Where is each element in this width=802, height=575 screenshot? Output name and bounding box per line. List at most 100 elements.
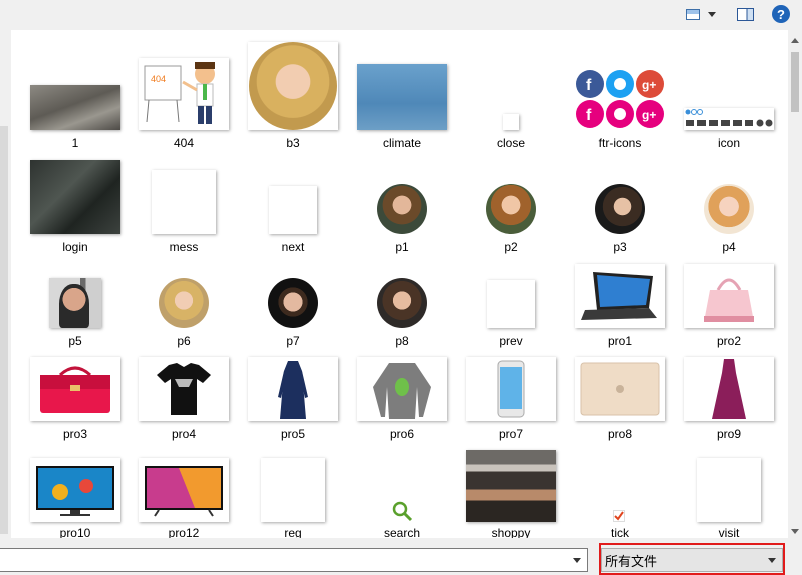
chevron-down-icon bbox=[768, 558, 776, 563]
file-thumbnail bbox=[697, 458, 761, 522]
file-thumbnail bbox=[684, 264, 774, 328]
change-view-button[interactable] bbox=[682, 4, 720, 24]
svg-text:f: f bbox=[586, 77, 592, 94]
file-item-icon[interactable]: icon bbox=[677, 40, 781, 150]
file-item-login[interactable]: login bbox=[23, 144, 127, 254]
file-thumbnail bbox=[248, 357, 338, 421]
file-thumbnail bbox=[575, 357, 665, 421]
search-icon bbox=[392, 501, 413, 522]
file-thumbnail bbox=[466, 357, 556, 421]
file-item-pro3[interactable]: pro3 bbox=[23, 331, 127, 441]
preview-pane-button[interactable] bbox=[735, 4, 755, 24]
view-options-icon bbox=[686, 8, 700, 20]
file-item-next[interactable]: next bbox=[241, 144, 345, 254]
file-item-1[interactable]: 1 bbox=[23, 40, 127, 150]
svg-text:f: f bbox=[586, 107, 592, 124]
dialog-footer: 所有文件 bbox=[0, 538, 802, 575]
dress-product bbox=[712, 359, 746, 419]
file-item-p3[interactable]: p3 bbox=[568, 144, 672, 254]
file-item-ftr-icons[interactable]: f g+ f g+ ftr-icons bbox=[568, 40, 672, 150]
help-button[interactable]: ? bbox=[772, 5, 790, 23]
file-type-dropdown[interactable]: 所有文件 bbox=[601, 548, 783, 572]
portrait-photo bbox=[704, 184, 754, 234]
file-thumbnail bbox=[485, 184, 537, 234]
file-item-p7[interactable]: p7 bbox=[241, 238, 345, 348]
file-item-pro8[interactable]: pro8 bbox=[568, 331, 672, 441]
file-thumbnail bbox=[261, 458, 325, 522]
file-name-combobox[interactable] bbox=[0, 548, 588, 572]
file-thumbnail bbox=[466, 450, 556, 522]
file-item-prev[interactable]: prev bbox=[459, 238, 563, 348]
file-item-p5[interactable]: p5 bbox=[23, 238, 127, 348]
scroll-down-icon[interactable] bbox=[791, 529, 799, 534]
file-item-pro9[interactable]: pro9 bbox=[677, 331, 781, 441]
file-thumbnail bbox=[139, 357, 229, 421]
portrait-photo bbox=[486, 184, 536, 234]
file-item-p8[interactable]: p8 bbox=[350, 238, 454, 348]
file-thumbnail bbox=[376, 184, 428, 234]
file-item-404[interactable]: 404 404 bbox=[132, 40, 236, 150]
portrait-photo bbox=[249, 42, 337, 130]
file-thumbnail bbox=[357, 64, 447, 130]
vertical-scrollbar[interactable] bbox=[788, 30, 802, 538]
tv-product bbox=[145, 466, 223, 517]
file-item-pro1[interactable]: pro1 bbox=[568, 238, 672, 348]
file-thumbnail bbox=[376, 278, 428, 328]
scrollbar-thumb[interactable] bbox=[791, 52, 799, 112]
file-item-b3[interactable]: b3 bbox=[241, 40, 345, 150]
file-item-pro2[interactable]: pro2 bbox=[677, 238, 781, 348]
command-bar: ? bbox=[0, 0, 802, 30]
file-item-pro7[interactable]: pro7 bbox=[459, 331, 563, 441]
file-thumbnail bbox=[503, 114, 519, 130]
file-item-p2[interactable]: p2 bbox=[459, 144, 563, 254]
scroll-up-icon[interactable] bbox=[791, 38, 799, 43]
icon-sprite bbox=[685, 109, 773, 127]
file-item-pro4[interactable]: pro4 bbox=[132, 331, 236, 441]
file-thumbnail bbox=[30, 458, 120, 522]
file-thumbnail bbox=[267, 278, 319, 328]
file-label: search bbox=[383, 526, 421, 538]
file-thumbnail bbox=[703, 184, 755, 234]
file-item-reg[interactable]: reg bbox=[241, 430, 345, 538]
svg-text:g+: g+ bbox=[642, 108, 656, 122]
chevron-down-icon bbox=[708, 11, 716, 17]
file-thumbnail bbox=[30, 85, 120, 130]
file-item-search[interactable]: search bbox=[350, 430, 454, 538]
portrait-photo bbox=[268, 278, 318, 328]
file-label: pro12 bbox=[168, 526, 200, 538]
file-label: shoppy bbox=[491, 526, 531, 538]
chevron-down-icon[interactable] bbox=[573, 558, 581, 563]
portrait-photo bbox=[377, 278, 427, 328]
file-type-value: 所有文件 bbox=[605, 553, 658, 569]
file-item-climate[interactable]: climate bbox=[350, 40, 454, 150]
preview-pane-icon bbox=[736, 7, 754, 21]
tshirt-product bbox=[157, 363, 211, 415]
file-label: pro10 bbox=[59, 526, 91, 538]
file-list[interactable]: 1 404 404 b3 climate close f g+ f g+ ftr… bbox=[11, 30, 788, 538]
file-item-pro5[interactable]: pro5 bbox=[241, 331, 345, 441]
phone-product bbox=[497, 360, 525, 418]
file-item-pro12[interactable]: pro12 bbox=[132, 430, 236, 538]
file-item-tick[interactable]: tick bbox=[568, 430, 672, 538]
svg-text:404: 404 bbox=[151, 74, 166, 84]
file-item-p1[interactable]: p1 bbox=[350, 144, 454, 254]
file-label: tick bbox=[611, 526, 629, 538]
file-thumbnail bbox=[391, 500, 413, 522]
file-item-pro6[interactable]: pro6 bbox=[350, 331, 454, 441]
file-label: reg bbox=[284, 526, 302, 538]
file-item-mess[interactable]: mess bbox=[132, 144, 236, 254]
file-item-shoppy[interactable]: shoppy bbox=[459, 430, 563, 538]
red-bag-product bbox=[40, 366, 110, 413]
handbag-product bbox=[704, 278, 754, 322]
file-item-p4[interactable]: p4 bbox=[677, 144, 781, 254]
file-item-pro10[interactable]: pro10 bbox=[23, 430, 127, 538]
file-thumbnail bbox=[158, 278, 210, 328]
file-item-visit[interactable]: visit bbox=[677, 430, 781, 538]
file-thumbnail bbox=[684, 108, 774, 130]
file-thumbnail bbox=[613, 510, 625, 522]
file-thumbnail bbox=[30, 357, 120, 421]
file-item-p6[interactable]: p6 bbox=[132, 238, 236, 348]
file-thumbnail bbox=[139, 458, 229, 522]
file-item-close[interactable]: close bbox=[459, 40, 563, 150]
file-thumbnail: f g+ f g+ bbox=[575, 68, 665, 130]
